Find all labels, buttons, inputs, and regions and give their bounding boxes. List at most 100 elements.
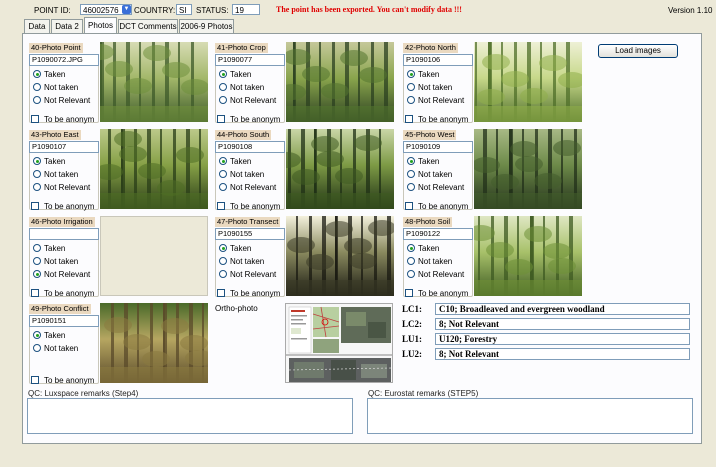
photo-thumbnail-49[interactable] — [100, 303, 208, 383]
to-be-anonym-checkbox[interactable]: To be anonym — [217, 114, 280, 125]
photo-thumbnail-45[interactable] — [474, 129, 582, 209]
photo-thumbnail-48[interactable] — [474, 216, 582, 296]
photo-thumbnail-43[interactable] — [100, 129, 208, 209]
radio-not-relevant[interactable]: Not Relevant — [219, 269, 276, 280]
radio-taken[interactable]: Taken — [33, 69, 65, 80]
radio-not-relevant[interactable]: Not Relevant — [407, 182, 464, 193]
radio-indicator-icon — [33, 331, 41, 339]
tab-data-2[interactable]: Data 2 — [51, 19, 83, 33]
photo-file-field[interactable]: P1090072.JPG — [29, 54, 99, 66]
eurostat-remarks-field[interactable] — [367, 398, 693, 434]
chevron-down-icon[interactable]: ▼ — [122, 5, 131, 14]
radio-indicator-icon — [33, 170, 41, 178]
photo-file-field[interactable]: P1090106 — [403, 54, 473, 66]
radio-indicator-icon — [33, 257, 41, 265]
photo-group-title: 49-Photo Conflict — [29, 304, 91, 314]
radio-not-relevant[interactable]: Not Relevant — [219, 95, 276, 106]
radio-taken[interactable]: Taken — [407, 69, 439, 80]
radio-not-taken[interactable]: Not taken — [33, 343, 78, 354]
to-be-anonym-checkbox[interactable]: To be anonym — [31, 201, 94, 212]
radio-taken[interactable]: Taken — [33, 243, 65, 254]
radio-not-taken[interactable]: Not taken — [407, 82, 452, 93]
radio-taken[interactable]: Taken — [33, 156, 65, 167]
radio-not-relevant[interactable]: Not Relevant — [33, 269, 90, 280]
to-be-anonym-checkbox[interactable]: To be anonym — [405, 114, 468, 125]
photo-file-field[interactable]: P1090155 — [215, 228, 285, 240]
radio-not-taken[interactable]: Not taken — [219, 82, 264, 93]
to-be-anonym-checkbox[interactable]: To be anonym — [217, 288, 280, 299]
tab-2006-9-photos[interactable]: 2006-9 Photos — [179, 19, 234, 33]
radio-label: Not taken — [44, 257, 79, 266]
radio-taken[interactable]: Taken — [33, 330, 65, 341]
version-label: Version 1.10 — [668, 6, 713, 15]
radio-taken[interactable]: Taken — [407, 156, 439, 167]
load-images-button[interactable]: Load images — [598, 44, 678, 58]
country-field[interactable]: SI — [176, 4, 192, 15]
photo-file-field[interactable]: P1090122 — [403, 228, 473, 240]
radio-label: Taken — [44, 157, 66, 166]
radio-label: Not taken — [418, 170, 453, 179]
radio-not-relevant[interactable]: Not Relevant — [33, 95, 90, 106]
radio-not-relevant[interactable]: Not Relevant — [219, 182, 276, 193]
photo-file-field[interactable]: P1090109 — [403, 141, 473, 153]
photo-file-field[interactable]: P1090077 — [215, 54, 285, 66]
to-be-anonym-checkbox[interactable]: To be anonym — [31, 288, 94, 299]
photo-group-title: 48-Photo Soil — [403, 217, 453, 227]
to-be-anonym-checkbox[interactable]: To be anonym — [217, 201, 280, 212]
radio-not-taken[interactable]: Not taken — [33, 82, 78, 93]
country-label: COUNTRY: — [134, 6, 176, 15]
photo-file-field[interactable] — [29, 228, 99, 240]
radio-not-taken[interactable]: Not taken — [33, 256, 78, 267]
to-be-anonym-label: To be anonym — [44, 202, 95, 211]
photo-group-49: 49-Photo Conflict P1090151 Taken Not taken T… — [29, 304, 99, 386]
lu1-field[interactable]: U120; Forestry — [435, 333, 690, 345]
radio-indicator-icon — [407, 170, 415, 178]
tab-dct-comments[interactable]: DCT Comments — [118, 19, 178, 33]
radio-indicator-icon — [219, 83, 227, 91]
photo-group-43: 43-Photo East P1090107 Taken Not taken Not R… — [29, 130, 99, 212]
photo-file-field[interactable]: P1090151 — [29, 315, 99, 327]
checkbox-icon — [31, 202, 39, 210]
radio-indicator-icon — [33, 183, 41, 191]
radio-taken[interactable]: Taken — [407, 243, 439, 254]
radio-label: Not taken — [44, 170, 79, 179]
ortho-photo-image — [285, 303, 393, 383]
radio-indicator-icon — [33, 96, 41, 104]
radio-not-relevant[interactable]: Not Relevant — [33, 182, 90, 193]
photo-thumbnail-44[interactable] — [286, 129, 394, 209]
radio-not-taken[interactable]: Not taken — [219, 169, 264, 180]
photo-thumbnail-42[interactable] — [474, 42, 582, 122]
to-be-anonym-checkbox[interactable]: To be anonym — [31, 375, 94, 386]
radio-label: Not taken — [44, 344, 79, 353]
lc1-field[interactable]: C10; Broadleaved and evergreen woodland — [435, 303, 690, 315]
to-be-anonym-checkbox[interactable]: To be anonym — [405, 201, 468, 212]
checkbox-icon — [217, 202, 225, 210]
to-be-anonym-checkbox[interactable]: To be anonym — [405, 288, 468, 299]
photo-file-field[interactable]: P1090108 — [215, 141, 285, 153]
photo-thumbnail-40[interactable] — [100, 42, 208, 122]
radio-not-taken[interactable]: Not taken — [407, 169, 452, 180]
luxspace-remarks-label: QC: Luxspace remarks (Step4) — [28, 389, 139, 398]
tab-data[interactable]: Data — [24, 19, 50, 33]
photo-thumbnail-47[interactable] — [286, 216, 394, 296]
radio-not-relevant[interactable]: Not Relevant — [407, 269, 464, 280]
radio-taken[interactable]: Taken — [219, 69, 251, 80]
photo-thumbnail-41[interactable] — [286, 42, 394, 122]
radio-taken[interactable]: Taken — [219, 156, 251, 167]
luxspace-remarks-field[interactable] — [27, 398, 353, 434]
radio-not-taken[interactable]: Not taken — [33, 169, 78, 180]
tab-photos[interactable]: Photos — [84, 17, 117, 33]
radio-indicator-icon — [407, 157, 415, 165]
radio-label: Not taken — [418, 83, 453, 92]
photo-file-field[interactable]: P1090107 — [29, 141, 99, 153]
photo-group-45: 45-Photo West P1090109 Taken Not taken Not R… — [403, 130, 473, 212]
status-field[interactable]: 19 — [232, 4, 260, 15]
radio-not-relevant[interactable]: Not Relevant — [407, 95, 464, 106]
radio-label: Taken — [230, 157, 252, 166]
lu2-field[interactable]: 8; Not Relevant — [435, 348, 690, 360]
radio-not-taken[interactable]: Not taken — [219, 256, 264, 267]
radio-not-taken[interactable]: Not taken — [407, 256, 452, 267]
lc2-field[interactable]: 8; Not Relevant — [435, 318, 690, 330]
radio-taken[interactable]: Taken — [219, 243, 251, 254]
to-be-anonym-checkbox[interactable]: To be anonym — [31, 114, 94, 125]
